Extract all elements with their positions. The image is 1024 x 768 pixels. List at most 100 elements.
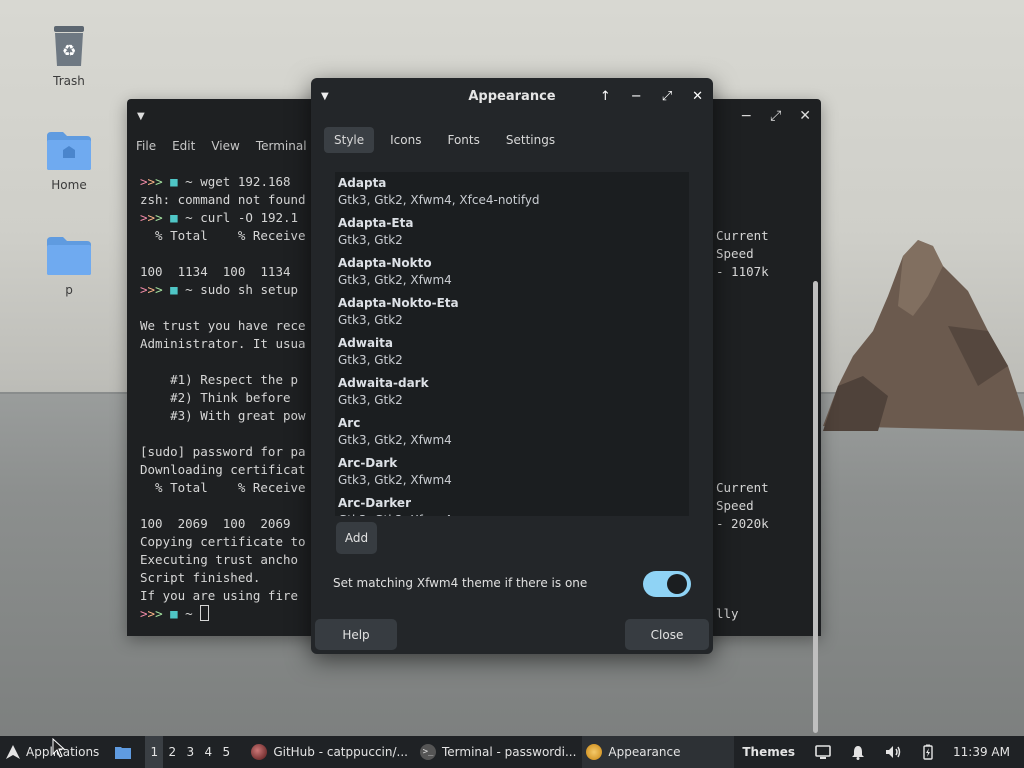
terminal-line-right: Speed	[716, 246, 754, 261]
theme-name: Arc-Dark	[338, 456, 398, 470]
clock[interactable]: 11:39 AM	[953, 745, 1010, 759]
theme-item[interactable]: Arc-Dark Gtk3, Gtk2, Xfwm4	[335, 454, 689, 494]
desktop-icon-home[interactable]: Home	[29, 130, 109, 192]
task-label: GitHub - catppuccin/...	[273, 745, 408, 759]
terminal-line-text: Downloading certificat	[140, 462, 306, 477]
theme-item[interactable]: Adapta-Eta Gtk3, Gtk2	[335, 214, 689, 254]
terminal-line-right: lly	[716, 606, 739, 621]
close-icon[interactable]: ✕	[692, 89, 703, 104]
help-button[interactable]: Help	[315, 619, 397, 650]
arch-logo-icon	[6, 745, 20, 759]
file-manager-launcher[interactable]	[111, 736, 135, 768]
menu-file[interactable]: File	[136, 139, 156, 153]
terminal-line-text: #2) Think before	[140, 390, 299, 405]
display-icon[interactable]	[815, 745, 831, 759]
add-button[interactable]: Add	[336, 522, 377, 554]
theme-item[interactable]: Adapta Gtk3, Gtk2, Xfwm4, Xfce4-notifyd	[335, 174, 689, 214]
desktop-icon-p[interactable]: p	[29, 235, 109, 297]
minimize-icon[interactable]: −	[740, 108, 752, 124]
theme-item[interactable]: Arc-Darker Gtk3, Gtk2, Xfwm4	[335, 494, 689, 516]
theme-list[interactable]: Adapta Gtk3, Gtk2, Xfwm4, Xfce4-notifyd Ad…	[335, 172, 689, 516]
maximize-icon[interactable]: ⤢	[662, 89, 672, 104]
workspace-3[interactable]: 3	[181, 745, 199, 759]
folder-icon	[47, 237, 91, 275]
workspace-5[interactable]: 5	[217, 745, 235, 759]
terminal-line-text: [sudo] password for pa	[140, 444, 306, 459]
toggle-knob	[667, 574, 687, 594]
window-menu-icon[interactable]: ▼	[321, 91, 329, 102]
match-xfwm4-label: Set matching Xfwm4 theme if there is one	[333, 576, 588, 590]
terminal-line-right	[716, 425, 769, 443]
menu-terminal[interactable]: Terminal	[256, 139, 307, 153]
match-xfwm4-toggle[interactable]	[643, 571, 691, 597]
terminal-line-right	[716, 299, 769, 317]
terminal-line-right	[716, 389, 769, 407]
theme-item[interactable]: Adwaita Gtk3, Gtk2	[335, 334, 689, 374]
desktop-icon-trash[interactable]: ♻ Trash	[29, 24, 109, 88]
close-icon[interactable]: ✕	[799, 108, 811, 124]
terminal-line-right	[716, 551, 769, 569]
task-terminal[interactable]: >_ Terminal - passwordi...	[414, 736, 582, 768]
theme-description: Gtk3, Gtk2	[338, 393, 403, 407]
terminal-line-right: - 1107k	[716, 264, 769, 279]
theme-description: Gtk3, Gtk2	[338, 233, 403, 247]
volume-icon[interactable]	[885, 745, 903, 759]
menu-edit[interactable]: Edit	[172, 139, 195, 153]
svg-text:♻: ♻	[62, 41, 76, 60]
terminal-line-right: Speed	[716, 498, 754, 513]
folder-icon	[115, 747, 132, 759]
minimize-icon[interactable]: −	[631, 89, 642, 104]
terminal-scrollbar[interactable]	[813, 281, 818, 733]
terminal-line-right	[716, 443, 769, 461]
keep-above-icon[interactable]: ↑	[600, 89, 611, 104]
theme-description: Gtk3, Gtk2	[338, 353, 403, 367]
terminal-line-right	[716, 353, 769, 371]
maximize-icon[interactable]: ⤢	[770, 108, 781, 124]
prompt-arrow: >	[140, 210, 148, 225]
tab-style[interactable]: Style	[324, 127, 375, 153]
trash-icon: ♻	[54, 26, 84, 66]
task-appearance[interactable]: Appearance	[582, 736, 735, 768]
menu-view[interactable]: View	[211, 139, 239, 153]
prompt-folder-icon: ■	[170, 210, 178, 225]
terminal-line-right: - 2020k	[716, 516, 769, 531]
task-github[interactable]: GitHub - catppuccin/...	[245, 736, 414, 768]
tab-fonts[interactable]: Fonts	[437, 127, 489, 153]
appearance-dialog[interactable]: ▼ Appearance ↑ − ⤢ ✕ Style Icons Fonts S…	[311, 78, 713, 654]
theme-name: Adapta-Eta	[338, 216, 414, 230]
terminal-line-text: Administrator. It usua	[140, 336, 306, 351]
window-menu-icon[interactable]: ▼	[137, 111, 145, 122]
terminal-cursor	[200, 605, 210, 621]
notification-bell-icon[interactable]	[851, 745, 865, 760]
dialog-titlebar[interactable]: ▼ Appearance ↑ − ⤢ ✕	[311, 78, 713, 114]
prompt-arrow: >	[140, 282, 148, 297]
battery-charging-icon[interactable]	[923, 744, 933, 760]
terminal-line-right: Current	[716, 480, 769, 495]
tab-icons[interactable]: Icons	[380, 127, 431, 153]
close-button[interactable]: Close	[625, 619, 709, 650]
taskbar: Applications 1 2 3 4 5 GitHub - catppucc…	[0, 736, 1024, 768]
terminal-line-right	[716, 407, 769, 425]
system-tray: Themes 11:39 AM	[742, 744, 1024, 760]
prompt-arrow: >	[140, 606, 148, 621]
wallpaper-rock	[823, 240, 1024, 431]
prompt-folder-icon: ■	[170, 282, 178, 297]
workspace-1[interactable]: 1	[145, 736, 164, 768]
workspace-4[interactable]: 4	[199, 745, 217, 759]
terminal-line-right	[716, 569, 769, 587]
workspace-switcher: 1 2 3 4 5	[145, 736, 235, 768]
appearance-icon	[586, 744, 603, 760]
prompt-arrow: >	[155, 606, 171, 621]
themes-button[interactable]: Themes	[742, 745, 795, 759]
theme-item[interactable]: Adwaita-dark Gtk3, Gtk2	[335, 374, 689, 414]
workspace-2[interactable]: 2	[163, 745, 181, 759]
task-label: Appearance	[608, 745, 681, 759]
theme-item[interactable]: Adapta-Nokto Gtk3, Gtk2, Xfwm4	[335, 254, 689, 294]
terminal-line-text: % Total % Receive	[140, 480, 306, 495]
prompt-arrow: >	[147, 606, 156, 621]
theme-description: Gtk3, Gtk2, Xfwm4	[338, 433, 452, 447]
theme-item[interactable]: Adapta-Nokto-Eta Gtk3, Gtk2	[335, 294, 689, 334]
theme-item[interactable]: Arc Gtk3, Gtk2, Xfwm4	[335, 414, 689, 454]
tab-settings[interactable]: Settings	[496, 127, 565, 153]
task-label: Terminal - passwordi...	[441, 745, 577, 759]
